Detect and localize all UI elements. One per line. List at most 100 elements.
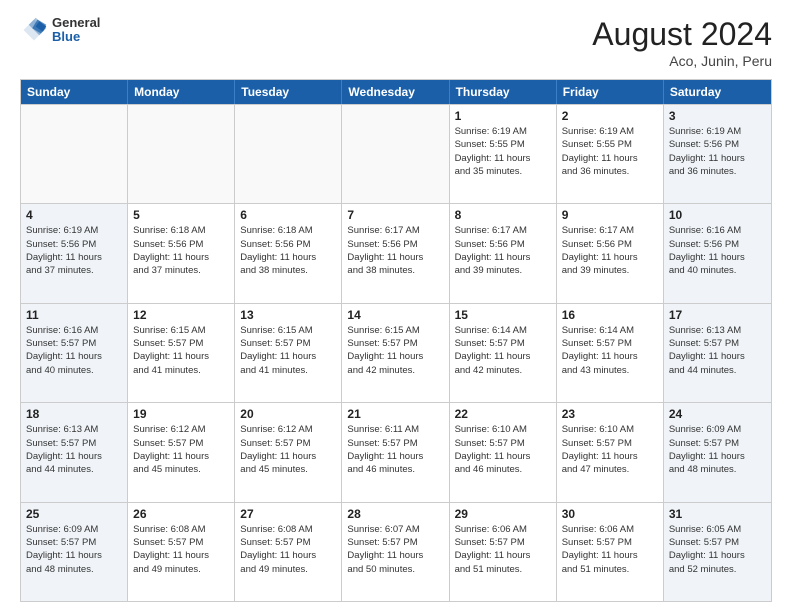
day-header-monday: Monday — [128, 80, 235, 104]
day-number: 16 — [562, 308, 658, 322]
cell-line: Sunset: 5:57 PM — [455, 437, 551, 450]
cell-line: Sunrise: 6:18 AM — [133, 224, 229, 237]
cell-line: Daylight: 11 hours — [347, 549, 443, 562]
day-number: 24 — [669, 407, 766, 421]
day-number: 18 — [26, 407, 122, 421]
cell-line: and 45 minutes. — [133, 463, 229, 476]
day-cell-18: 18Sunrise: 6:13 AMSunset: 5:57 PMDayligh… — [21, 403, 128, 501]
cell-line: and 39 minutes. — [562, 264, 658, 277]
cell-line: Sunrise: 6:06 AM — [455, 523, 551, 536]
day-number: 3 — [669, 109, 766, 123]
empty-cell — [342, 105, 449, 203]
cell-line: Sunset: 5:57 PM — [26, 437, 122, 450]
day-cell-14: 14Sunrise: 6:15 AMSunset: 5:57 PMDayligh… — [342, 304, 449, 402]
day-cell-12: 12Sunrise: 6:15 AMSunset: 5:57 PMDayligh… — [128, 304, 235, 402]
cell-line: and 48 minutes. — [26, 563, 122, 576]
cell-line: Sunrise: 6:18 AM — [240, 224, 336, 237]
header: General Blue August 2024 Aco, Junin, Per… — [20, 16, 772, 69]
day-cell-5: 5Sunrise: 6:18 AMSunset: 5:56 PMDaylight… — [128, 204, 235, 302]
cell-line: Sunset: 5:56 PM — [133, 238, 229, 251]
logo-general: General — [52, 16, 100, 30]
cell-line: Daylight: 11 hours — [26, 549, 122, 562]
day-header-thursday: Thursday — [450, 80, 557, 104]
cell-line: Daylight: 11 hours — [133, 251, 229, 264]
day-cell-11: 11Sunrise: 6:16 AMSunset: 5:57 PMDayligh… — [21, 304, 128, 402]
day-cell-16: 16Sunrise: 6:14 AMSunset: 5:57 PMDayligh… — [557, 304, 664, 402]
cell-line: Sunset: 5:57 PM — [240, 437, 336, 450]
cell-line: Daylight: 11 hours — [562, 350, 658, 363]
day-cell-17: 17Sunrise: 6:13 AMSunset: 5:57 PMDayligh… — [664, 304, 771, 402]
day-number: 13 — [240, 308, 336, 322]
cell-line: Sunset: 5:57 PM — [347, 337, 443, 350]
day-cell-24: 24Sunrise: 6:09 AMSunset: 5:57 PMDayligh… — [664, 403, 771, 501]
day-number: 10 — [669, 208, 766, 222]
cell-line: Sunset: 5:56 PM — [669, 238, 766, 251]
location: Aco, Junin, Peru — [592, 53, 772, 69]
cell-line: Sunrise: 6:16 AM — [669, 224, 766, 237]
day-number: 27 — [240, 507, 336, 521]
cell-line: and 51 minutes. — [562, 563, 658, 576]
cell-line: and 36 minutes. — [669, 165, 766, 178]
cell-line: Sunset: 5:57 PM — [669, 337, 766, 350]
day-number: 25 — [26, 507, 122, 521]
day-number: 11 — [26, 308, 122, 322]
day-cell-25: 25Sunrise: 6:09 AMSunset: 5:57 PMDayligh… — [21, 503, 128, 601]
cell-line: and 52 minutes. — [669, 563, 766, 576]
month-year: August 2024 — [592, 16, 772, 53]
cal-week-3: 11Sunrise: 6:16 AMSunset: 5:57 PMDayligh… — [21, 303, 771, 402]
day-number: 29 — [455, 507, 551, 521]
day-cell-2: 2Sunrise: 6:19 AMSunset: 5:55 PMDaylight… — [557, 105, 664, 203]
cell-line: Sunset: 5:57 PM — [347, 536, 443, 549]
cell-line: Daylight: 11 hours — [347, 251, 443, 264]
cell-line: Daylight: 11 hours — [455, 350, 551, 363]
cell-line: Sunrise: 6:08 AM — [133, 523, 229, 536]
cell-line: and 49 minutes. — [133, 563, 229, 576]
cell-line: Sunset: 5:57 PM — [347, 437, 443, 450]
cell-line: Sunrise: 6:13 AM — [669, 324, 766, 337]
cell-line: and 49 minutes. — [240, 563, 336, 576]
cell-line: and 51 minutes. — [455, 563, 551, 576]
cell-line: Sunset: 5:57 PM — [562, 536, 658, 549]
cell-line: Sunrise: 6:09 AM — [26, 523, 122, 536]
day-number: 7 — [347, 208, 443, 222]
cell-line: Sunset: 5:56 PM — [669, 138, 766, 151]
cell-line: Sunset: 5:57 PM — [669, 536, 766, 549]
logo-blue: Blue — [52, 30, 100, 44]
cell-line: Sunrise: 6:15 AM — [347, 324, 443, 337]
cell-line: Sunrise: 6:14 AM — [455, 324, 551, 337]
day-number: 4 — [26, 208, 122, 222]
cell-line: and 37 minutes. — [133, 264, 229, 277]
day-cell-8: 8Sunrise: 6:17 AMSunset: 5:56 PMDaylight… — [450, 204, 557, 302]
day-cell-21: 21Sunrise: 6:11 AMSunset: 5:57 PMDayligh… — [342, 403, 449, 501]
day-cell-28: 28Sunrise: 6:07 AMSunset: 5:57 PMDayligh… — [342, 503, 449, 601]
cell-line: Sunrise: 6:13 AM — [26, 423, 122, 436]
cell-line: and 50 minutes. — [347, 563, 443, 576]
cell-line: Daylight: 11 hours — [26, 350, 122, 363]
cell-line: Daylight: 11 hours — [562, 152, 658, 165]
cell-line: Daylight: 11 hours — [669, 350, 766, 363]
cell-line: Daylight: 11 hours — [240, 350, 336, 363]
page: General Blue August 2024 Aco, Junin, Per… — [0, 0, 792, 612]
cell-line: Sunset: 5:57 PM — [133, 536, 229, 549]
day-cell-13: 13Sunrise: 6:15 AMSunset: 5:57 PMDayligh… — [235, 304, 342, 402]
day-number: 6 — [240, 208, 336, 222]
cell-line: Daylight: 11 hours — [455, 549, 551, 562]
cell-line: Sunrise: 6:08 AM — [240, 523, 336, 536]
day-cell-31: 31Sunrise: 6:05 AMSunset: 5:57 PMDayligh… — [664, 503, 771, 601]
day-header-sunday: Sunday — [21, 80, 128, 104]
cell-line: and 43 minutes. — [562, 364, 658, 377]
cell-line: Daylight: 11 hours — [133, 450, 229, 463]
cell-line: Daylight: 11 hours — [455, 251, 551, 264]
cell-line: Sunrise: 6:19 AM — [455, 125, 551, 138]
empty-cell — [128, 105, 235, 203]
cell-line: Daylight: 11 hours — [455, 152, 551, 165]
logo-icon — [20, 16, 48, 44]
cal-week-4: 18Sunrise: 6:13 AMSunset: 5:57 PMDayligh… — [21, 402, 771, 501]
cell-line: and 42 minutes. — [347, 364, 443, 377]
cell-line: Sunrise: 6:19 AM — [669, 125, 766, 138]
cell-line: Sunset: 5:56 PM — [240, 238, 336, 251]
cell-line: Sunset: 5:57 PM — [240, 536, 336, 549]
cal-week-5: 25Sunrise: 6:09 AMSunset: 5:57 PMDayligh… — [21, 502, 771, 601]
cell-line: and 41 minutes. — [133, 364, 229, 377]
cell-line: and 42 minutes. — [455, 364, 551, 377]
